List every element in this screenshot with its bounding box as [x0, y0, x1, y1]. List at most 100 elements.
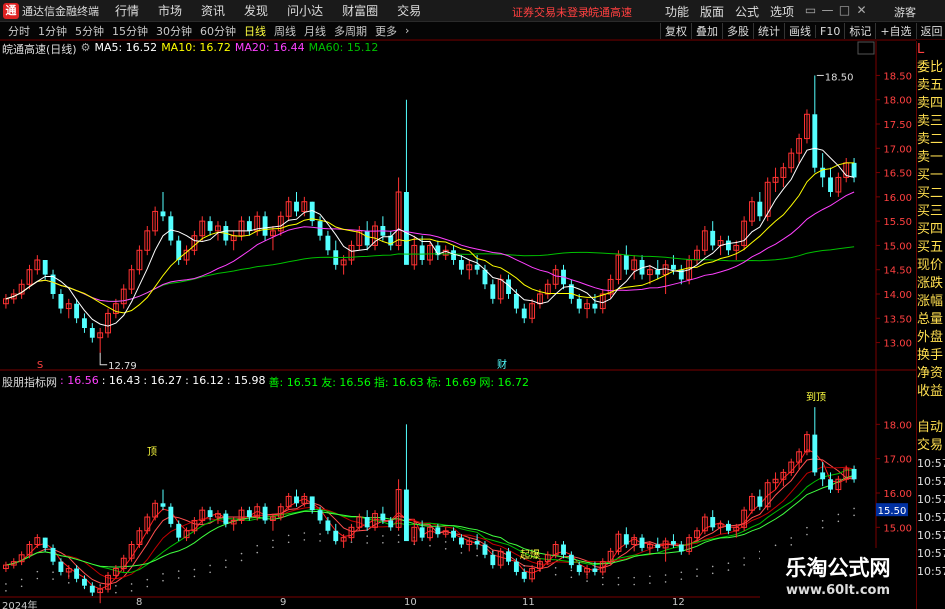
- period-daily[interactable]: 日线: [244, 23, 266, 39]
- menu-gongneng[interactable]: 功能: [665, 3, 689, 20]
- support-dot: [130, 590, 133, 592]
- support-dot: [837, 513, 840, 516]
- menu-zixun[interactable]: 资讯: [201, 2, 225, 19]
- main-candle: [623, 255, 629, 270]
- sub-candle: [710, 517, 716, 528]
- period-bar: 分时 1分钟 5分钟 15分钟 30分钟 60分钟 日线 周线 月线 多周期 更…: [0, 22, 945, 40]
- side-sell2: 卖二: [917, 132, 944, 147]
- side-time: 10:57: [917, 493, 945, 506]
- support-dot: [287, 541, 290, 544]
- side-trade[interactable]: 交易: [917, 437, 945, 455]
- indicator-v2: : 16.43: [101, 374, 141, 387]
- indicator-you: 友: 16.56: [321, 376, 371, 389]
- sub-candle: [262, 506, 268, 521]
- support-dot: [806, 533, 808, 536]
- support-dot: [476, 547, 478, 550]
- sub-candle: [851, 468, 857, 480]
- stock-chart[interactable]: 18.50 18.00 17.50 17.00 16.50 16.00 15.50 15.00…: [0, 0, 945, 609]
- menu-gongshi[interactable]: 公式: [735, 3, 759, 20]
- support-dot: [633, 576, 635, 579]
- period-weekly[interactable]: 周线: [274, 23, 296, 39]
- side-l[interactable]: L: [917, 41, 945, 59]
- support-dot: [5, 583, 7, 585]
- support-dot: [444, 541, 447, 543]
- maximize-icon[interactable]: □: [836, 3, 853, 17]
- tool-diejia[interactable]: 叠加: [691, 23, 722, 39]
- login-status[interactable]: 证券交易未登录: [512, 4, 589, 20]
- sub-candle: [246, 510, 252, 518]
- menu-shichang[interactable]: 市场: [158, 2, 182, 19]
- tool-huaxian[interactable]: 画线: [784, 23, 815, 39]
- indicator-zhi: 指: 16.63: [373, 376, 424, 389]
- support-dot: [711, 572, 714, 575]
- indicator-wang: 网: 16.72: [479, 376, 530, 389]
- main-chart-title: 皖通高速(日线): [2, 43, 77, 56]
- user-guest[interactable]: 游客: [894, 4, 916, 20]
- support-dot: [146, 578, 149, 581]
- menu-faxian[interactable]: 发现: [244, 2, 268, 19]
- low-price-label: 12.79: [108, 361, 137, 372]
- sub-candle: [474, 541, 480, 545]
- menu-jiaoyi[interactable]: 交易: [397, 2, 421, 19]
- menu-caifuquan[interactable]: 财富圈: [342, 2, 378, 19]
- period-monthly[interactable]: 月线: [304, 23, 326, 39]
- period-multi[interactable]: 多周期: [334, 23, 367, 39]
- menu-banmian[interactable]: 版面: [700, 3, 724, 20]
- sub-candle: [333, 530, 339, 542]
- support-dot: [366, 542, 368, 544]
- support-dot: [790, 537, 793, 539]
- period-1min[interactable]: 1分钟: [38, 23, 67, 39]
- chevron-right-icon[interactable]: ›: [405, 24, 409, 37]
- minimize-icon[interactable]: —: [819, 3, 836, 17]
- menu-xuanxiang[interactable]: 选项: [770, 3, 794, 20]
- close-icon[interactable]: ✕: [853, 3, 870, 17]
- sub-candle: [568, 554, 574, 566]
- menu-wenxiaoda[interactable]: 问小达: [287, 2, 323, 19]
- tool-back[interactable]: 返回: [915, 23, 945, 39]
- tool-duogu[interactable]: 多股: [722, 23, 753, 39]
- tool-tongji[interactable]: 统计: [753, 23, 784, 39]
- period-fenshi[interactable]: 分时: [8, 23, 30, 39]
- x-axis: 2024年 8 9 10 11 12: [0, 597, 875, 609]
- sub-candle: [42, 537, 48, 548]
- indicator-title: 股朋指标网: [2, 376, 57, 389]
- indicator-ribbon-line: [5, 469, 855, 574]
- period-15min[interactable]: 15分钟: [112, 23, 148, 39]
- tool-fuquan[interactable]: 复权: [660, 23, 691, 39]
- support-dot: [272, 539, 274, 542]
- support-dot: [177, 570, 180, 572]
- main-candle: [851, 162, 857, 178]
- support-dot: [586, 580, 588, 582]
- main-candle: [592, 303, 598, 309]
- period-more[interactable]: 更多: [375, 23, 397, 39]
- support-dot: [664, 581, 667, 583]
- sub-candle: [82, 578, 87, 586]
- support-dot: [727, 562, 730, 565]
- sub-candle: [435, 527, 441, 535]
- sub-candle: [364, 517, 370, 528]
- support-dot: [774, 544, 777, 547]
- support-dot: [837, 520, 840, 523]
- indicator-v5: : 15.98: [226, 374, 266, 387]
- side-auto[interactable]: 自动: [917, 419, 945, 437]
- support-dot: [664, 574, 667, 576]
- support-dot: [649, 575, 651, 578]
- support-dot: [806, 526, 808, 529]
- support-dot: [601, 576, 604, 579]
- menu-hangqing[interactable]: 行情: [115, 2, 139, 19]
- period-5min[interactable]: 5分钟: [75, 23, 104, 39]
- main-candle: [513, 294, 519, 309]
- period-30min[interactable]: 30分钟: [156, 23, 192, 39]
- side-time: 10:57: [917, 511, 945, 524]
- x-label-2024: 2024年: [2, 601, 38, 609]
- tool-biaoji[interactable]: 标记: [844, 23, 875, 39]
- period-60min[interactable]: 60分钟: [200, 23, 236, 39]
- restore-icon[interactable]: ▭: [802, 3, 819, 17]
- tool-f10[interactable]: F10: [815, 24, 844, 38]
- sub-candle: [317, 510, 323, 521]
- side-buy1: 买一: [917, 168, 944, 183]
- support-dot: [727, 569, 730, 571]
- tool-add-watchlist[interactable]: +自选: [875, 23, 915, 39]
- quote-side-panel: L 委比 卖五 卖四 卖三 卖二 卖一 买一 买二 买三 买四 买五 现价 涨跌…: [916, 41, 945, 609]
- settings-icon[interactable]: ⚙: [81, 41, 91, 56]
